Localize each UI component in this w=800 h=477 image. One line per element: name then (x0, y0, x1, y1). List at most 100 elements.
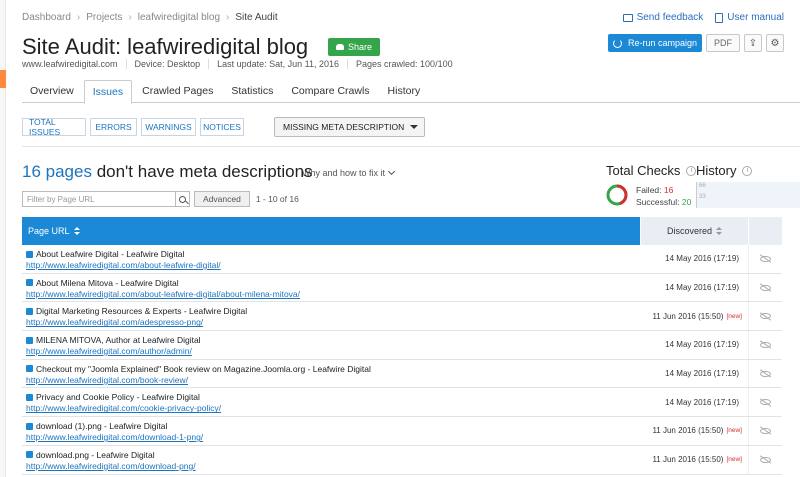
tab-overview[interactable]: Overview (22, 80, 82, 103)
info-icon[interactable]: i (742, 165, 753, 176)
row-page-title: Privacy and Cookie Policy - Leafwire Dig… (36, 392, 200, 403)
column-header-page-url[interactable]: Page URL (22, 217, 640, 245)
page-cell: MILENA MITOVA, Author at Leafwire Digita… (22, 331, 640, 359)
page-cell: download (1).png - Leafwire Digital http… (22, 417, 640, 445)
rerun-campaign-button[interactable]: Re-run campaign (608, 34, 702, 52)
hide-row-button[interactable] (748, 302, 782, 331)
gear-icon: ⚙ (770, 37, 780, 49)
top-links: Send feedback User manual (622, 12, 784, 23)
sort-icon (716, 227, 723, 235)
pdf-button[interactable]: PDF (706, 34, 740, 52)
breadcrumb-projects[interactable]: Projects (86, 12, 122, 23)
hide-row-button[interactable] (748, 245, 782, 273)
failed-line: Failed: 16 (636, 184, 691, 196)
user-manual-link[interactable]: User manual (715, 12, 784, 23)
eye-off-icon (760, 341, 771, 348)
hide-row-button[interactable] (748, 388, 782, 417)
filter-notices[interactable]: NOTICES (200, 118, 244, 136)
caret-down-icon (410, 125, 419, 129)
row-page-title: About Milena Mitova - Leafwire Digital (36, 277, 179, 288)
row-page-url[interactable]: http://www.leafwiredigital.com/cookie-pr… (26, 403, 640, 413)
tab-history[interactable]: History (380, 80, 429, 103)
advanced-button[interactable]: Advanced (194, 191, 250, 207)
row-page-url[interactable]: http://www.leafwiredigital.com/about-lea… (26, 260, 640, 270)
filter-url-input[interactable]: Filter by Page URL (22, 191, 176, 207)
meta-device: Device: Desktop (125, 59, 209, 69)
sort-icon (73, 227, 80, 235)
table-row: MILENA MITOVA, Author at Leafwire Digita… (22, 331, 782, 360)
failed-count: 16 (663, 185, 674, 195)
breadcrumb-dashboard[interactable]: Dashboard (22, 12, 71, 23)
history-sparkline[interactable]: 66 33 (696, 182, 800, 208)
hide-row-button[interactable] (748, 417, 782, 445)
search-button[interactable] (176, 191, 190, 207)
row-page-title: download (1).png - Leafwire Digital (36, 421, 168, 432)
row-page-title: Digital Marketing Resources & Experts - … (36, 306, 248, 317)
page-icon (26, 279, 33, 287)
discovered-cell: 11 Jun 2016 (15:50) [new] (640, 302, 748, 330)
tab-statistics[interactable]: Statistics (223, 80, 281, 103)
eye-off-icon (760, 427, 771, 434)
discovered-date: 14 May 2016 (17:19) (665, 254, 739, 264)
page-title-line: download.png - Leafwire Digital (26, 450, 640, 460)
page-title-line: Digital Marketing Resources & Experts - … (26, 306, 640, 316)
page-icon (26, 336, 33, 344)
check-counts: Failed: 16 Successful: 20 (636, 184, 691, 208)
share-button[interactable]: Share (328, 38, 380, 56)
table-row: Privacy and Cookie Policy - Leafwire Dig… (22, 388, 782, 418)
why-fix-link[interactable]: Why and how to fix it (302, 167, 396, 178)
info-icon[interactable]: i (686, 165, 697, 176)
page-title-line: About Leafwire Digital - Leafwire Digita… (26, 249, 640, 259)
breadcrumb-project[interactable]: leafwiredigital blog (138, 12, 220, 23)
hide-row-button[interactable] (748, 445, 782, 474)
export-button[interactable]: ⇪ (744, 34, 762, 52)
failed-label: Failed: (636, 185, 662, 195)
tab-issues[interactable]: Issues (83, 80, 133, 104)
discovered-date: 14 May 2016 (17:19) (665, 369, 739, 379)
message-icon (622, 13, 633, 22)
row-page-url[interactable]: http://www.leafwiredigital.com/book-revi… (26, 375, 640, 385)
hide-row-button[interactable] (748, 359, 782, 388)
issue-type-select[interactable]: MISSING META DESCRIPTION (274, 117, 426, 137)
sidebar-strip (0, 0, 6, 477)
row-page-url[interactable]: http://www.leafwiredigital.com/download-… (26, 461, 640, 471)
page-cell: About Milena Mitova - Leafwire Digital h… (22, 274, 640, 302)
total-checks-panel: Total Checks i History i Failed: 16 Succes… (606, 163, 800, 208)
column-header-discovered[interactable]: Discovered (640, 217, 748, 245)
row-page-url[interactable]: http://www.leafwiredigital.com/download-… (26, 432, 640, 442)
refresh-icon (612, 38, 622, 48)
history-axis-mid: 33 (699, 194, 706, 200)
why-fix-label: Why and how to fix it (302, 168, 386, 178)
page-title-line: Privacy and Cookie Policy - Leafwire Dig… (26, 392, 640, 402)
discovered-cell: 14 May 2016 (17:19) (640, 388, 748, 416)
page-cell: Digital Marketing Resources & Experts - … (22, 302, 640, 330)
row-page-url[interactable]: http://www.leafwiredigital.com/about-lea… (26, 289, 640, 299)
hide-row-button[interactable] (748, 331, 782, 359)
discovered-cell: 11 Jun 2016 (15:50) [new] (640, 417, 748, 445)
row-page-url[interactable]: http://www.leafwiredigital.com/author/ad… (26, 346, 640, 356)
column-header-page-url-label: Page URL (28, 226, 70, 236)
discovered-date: 11 Jun 2016 (15:50) (652, 455, 724, 465)
issue-description: don't have meta descriptions (96, 162, 313, 181)
tab-bar: Overview Issues Crawled Pages Statistics… (22, 80, 800, 104)
filter-errors[interactable]: ERRORS (90, 118, 137, 136)
successful-label: Successful: (636, 197, 680, 207)
tab-crawled-pages[interactable]: Crawled Pages (134, 80, 221, 103)
column-header-discovered-label: Discovered (666, 226, 713, 236)
discovered-cell: 14 May 2016 (17:19) (640, 331, 748, 359)
filter-warnings[interactable]: WARNINGS (141, 118, 196, 136)
filter-total-issues[interactable]: TOTAL ISSUES (22, 117, 86, 137)
issue-type-value: MISSING META DESCRIPTION (283, 122, 405, 132)
send-feedback-link[interactable]: Send feedback (622, 12, 703, 23)
tab-compare-crawls[interactable]: Compare Crawls (283, 80, 377, 103)
row-page-url[interactable]: http://www.leafwiredigital.com/adespress… (26, 317, 640, 327)
new-badge: [new] (726, 312, 742, 320)
eye-off-icon (760, 370, 771, 377)
page-cell: Privacy and Cookie Policy - Leafwire Dig… (22, 388, 640, 416)
hide-row-button[interactable] (748, 273, 782, 302)
settings-button[interactable]: ⚙ (766, 34, 784, 52)
successful-count: 20 (681, 197, 692, 207)
breadcrumb-separator: › (128, 12, 132, 23)
breadcrumb-separator: › (226, 12, 230, 23)
chevron-down-icon (388, 167, 396, 176)
